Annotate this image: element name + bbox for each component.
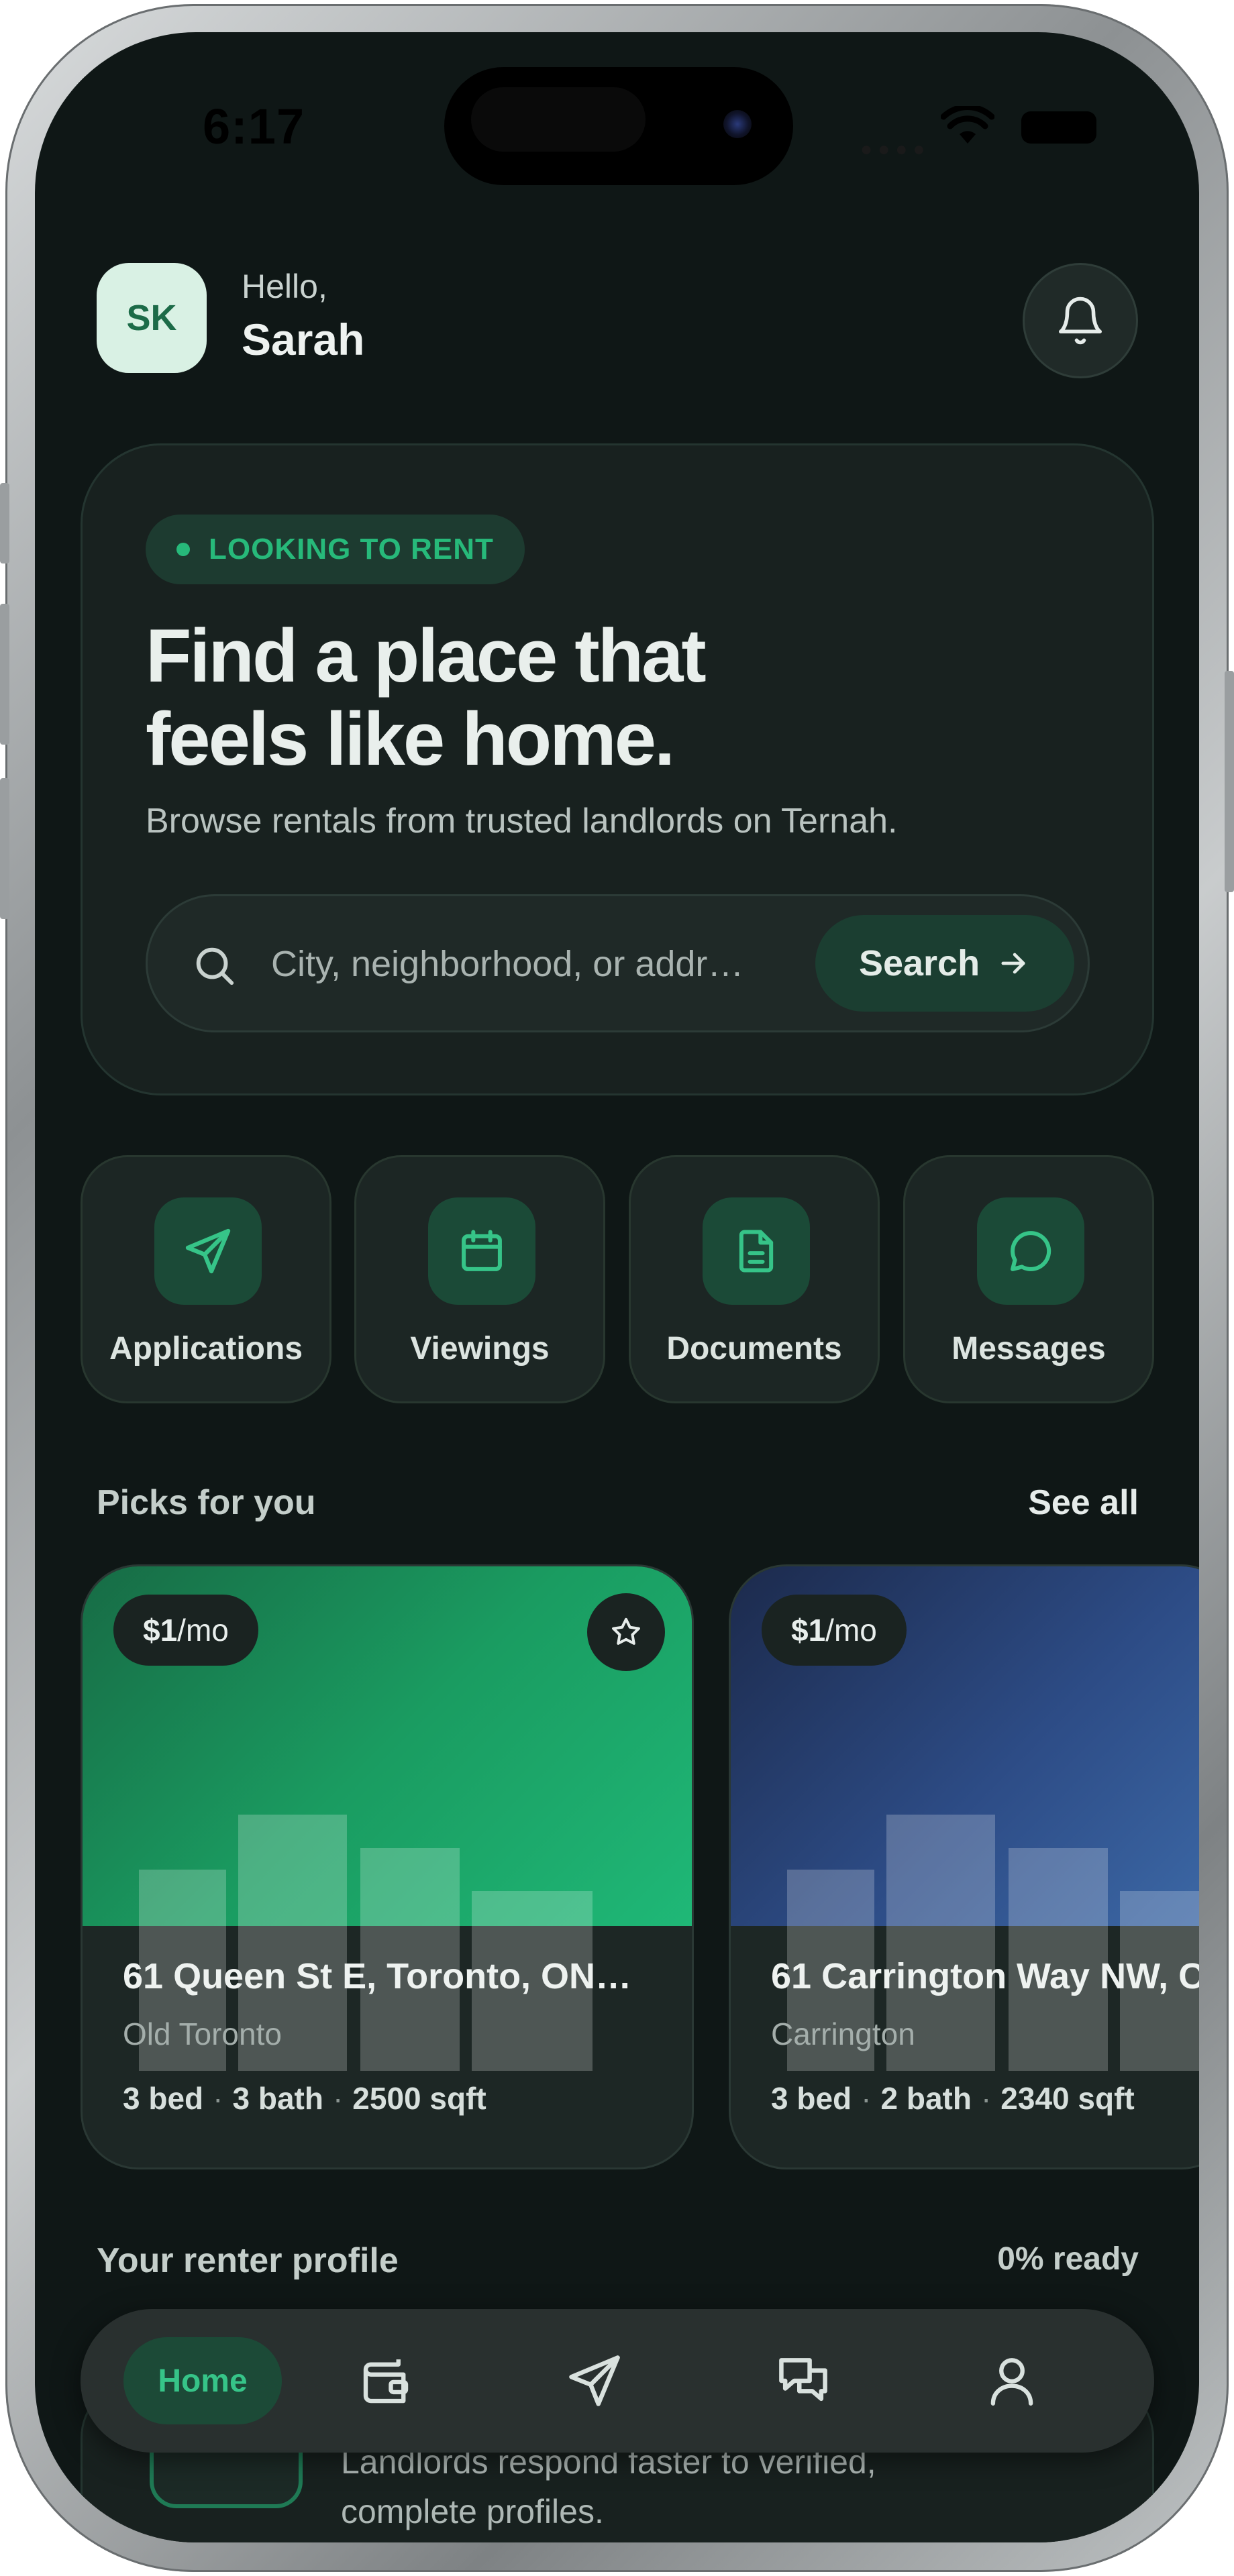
hero-subtitle: Browse rentals from trusted landlords on…: [146, 802, 898, 841]
wifi-icon: [941, 106, 994, 144]
quick-action-viewings[interactable]: Viewings: [354, 1155, 605, 1403]
listing-specs: 3 bed · 3 bath · 2500 sqft: [123, 2080, 486, 2116]
quick-action-documents[interactable]: Documents: [629, 1155, 880, 1403]
price-amount: $1: [791, 1613, 826, 1648]
listing-beds: 3 bed: [771, 2081, 852, 2116]
price-badge: $1 /mo: [113, 1595, 258, 1666]
search-input[interactable]: City, neighborhood, or addr…: [271, 943, 788, 985]
dynamic-island: [444, 67, 793, 185]
price-period: /mo: [177, 1613, 229, 1648]
status-time: 6:17: [203, 99, 305, 154]
listing-address: 61 Carrington Way NW, C: [771, 1956, 1199, 1996]
side-button: [0, 483, 9, 564]
favorite-button[interactable]: [587, 1593, 665, 1671]
profile-text-line: complete profiles.: [341, 2493, 604, 2530]
nav-applications[interactable]: [558, 2344, 631, 2418]
see-all-link[interactable]: See all: [1028, 1483, 1139, 1523]
island-sensor: [471, 87, 646, 152]
profile-icon: [990, 2358, 1033, 2406]
status-badge: LOOKING TO RENT: [146, 515, 525, 584]
listing-neighborhood: Old Toronto: [123, 2017, 282, 2051]
camera-icon: [723, 110, 752, 138]
calendar-icon: [462, 1230, 502, 1271]
send-icon: [569, 2355, 620, 2406]
user-name: Sarah: [242, 315, 365, 364]
qa-label: Documents: [666, 1331, 842, 1366]
listing-specs: 3 bed · 2 bath · 2340 sqft: [771, 2080, 1135, 2116]
hero-title: Find a place that feels like home.: [146, 614, 951, 781]
separator: ·: [332, 2081, 344, 2116]
send-icon: [185, 1228, 231, 1274]
qa-label: Applications: [109, 1331, 303, 1366]
search-button-label: Search: [858, 943, 980, 983]
listing-baths: 2 bath: [880, 2081, 972, 2116]
qa-icon-wrap: [703, 1197, 810, 1305]
listing-baths: 3 bath: [232, 2081, 323, 2116]
nav-wallet[interactable]: [349, 2344, 423, 2418]
separator: ·: [861, 2081, 872, 2116]
arrow-right-icon: [1001, 953, 1025, 974]
price-badge: $1 /mo: [762, 1595, 907, 1666]
qa-icon-wrap: [428, 1197, 535, 1305]
price-period: /mo: [825, 1613, 877, 1648]
chat-bubble-icon: [1011, 1231, 1051, 1271]
notifications-button[interactable]: [1023, 263, 1138, 378]
profile-section-title: Your renter profile: [97, 2241, 399, 2280]
qa-label: Viewings: [410, 1331, 550, 1366]
hero-title-line: feels like home.: [146, 697, 675, 781]
bottom-nav: Home: [81, 2309, 1154, 2453]
nav-home[interactable]: Home: [123, 2337, 282, 2424]
battery-icon: [1021, 111, 1096, 144]
side-button: [0, 778, 9, 919]
app-screen: 6:17 ●●●● SK Hello, Sarah LOOKING TO REN…: [35, 32, 1199, 2542]
listing-address: 61 Queen St E, Toronto, ON …: [123, 1956, 633, 1996]
quick-action-applications[interactable]: Applications: [81, 1155, 331, 1403]
listing-beds: 3 bed: [123, 2081, 204, 2116]
profile-progress: 0% ready: [997, 2241, 1139, 2277]
listing-sqft: 2340 sqft: [1000, 2081, 1135, 2116]
nav-profile[interactable]: [975, 2344, 1049, 2418]
bell-icon: [1058, 297, 1102, 345]
separator: ·: [980, 2081, 992, 2116]
listing-card[interactable]: $1 /mo 61 Carrington Way NW, C Carringto…: [729, 1564, 1199, 2169]
document-icon: [739, 1230, 774, 1273]
qa-label: Messages: [952, 1331, 1106, 1366]
quick-action-messages[interactable]: Messages: [903, 1155, 1154, 1403]
badge-dot: [176, 543, 190, 556]
listing-sqft: 2500 sqft: [352, 2081, 486, 2116]
hero-title-line: Find a place that: [146, 614, 707, 698]
signal-icon: ●●●●: [860, 138, 931, 160]
greeting: Hello,: [242, 268, 327, 305]
listing-neighborhood: Carrington: [771, 2017, 915, 2051]
wallet-icon: [363, 2359, 409, 2404]
hero-card: LOOKING TO RENT Find a place that feels …: [81, 443, 1154, 1095]
qa-icon-wrap: [154, 1197, 262, 1305]
star-icon: [612, 1617, 640, 1645]
avatar[interactable]: SK: [97, 263, 207, 373]
nav-messages[interactable]: [766, 2344, 840, 2418]
qa-icon-wrap: [977, 1197, 1084, 1305]
search-icon: [196, 947, 234, 985]
search-button[interactable]: Search: [815, 915, 1074, 1012]
price-amount: $1: [143, 1613, 178, 1648]
listing-card[interactable]: $1 /mo 61 Queen St E, Toronto, ON … Old …: [81, 1564, 694, 2169]
side-button: [1225, 671, 1234, 892]
badge-label: LOOKING TO RENT: [209, 533, 494, 566]
separator: ·: [213, 2081, 223, 2116]
search-bar[interactable]: City, neighborhood, or addr… Search: [146, 894, 1090, 1032]
section-title: Picks for you: [97, 1483, 316, 1522]
chat-icon: [779, 2358, 827, 2402]
side-button: [0, 604, 9, 745]
